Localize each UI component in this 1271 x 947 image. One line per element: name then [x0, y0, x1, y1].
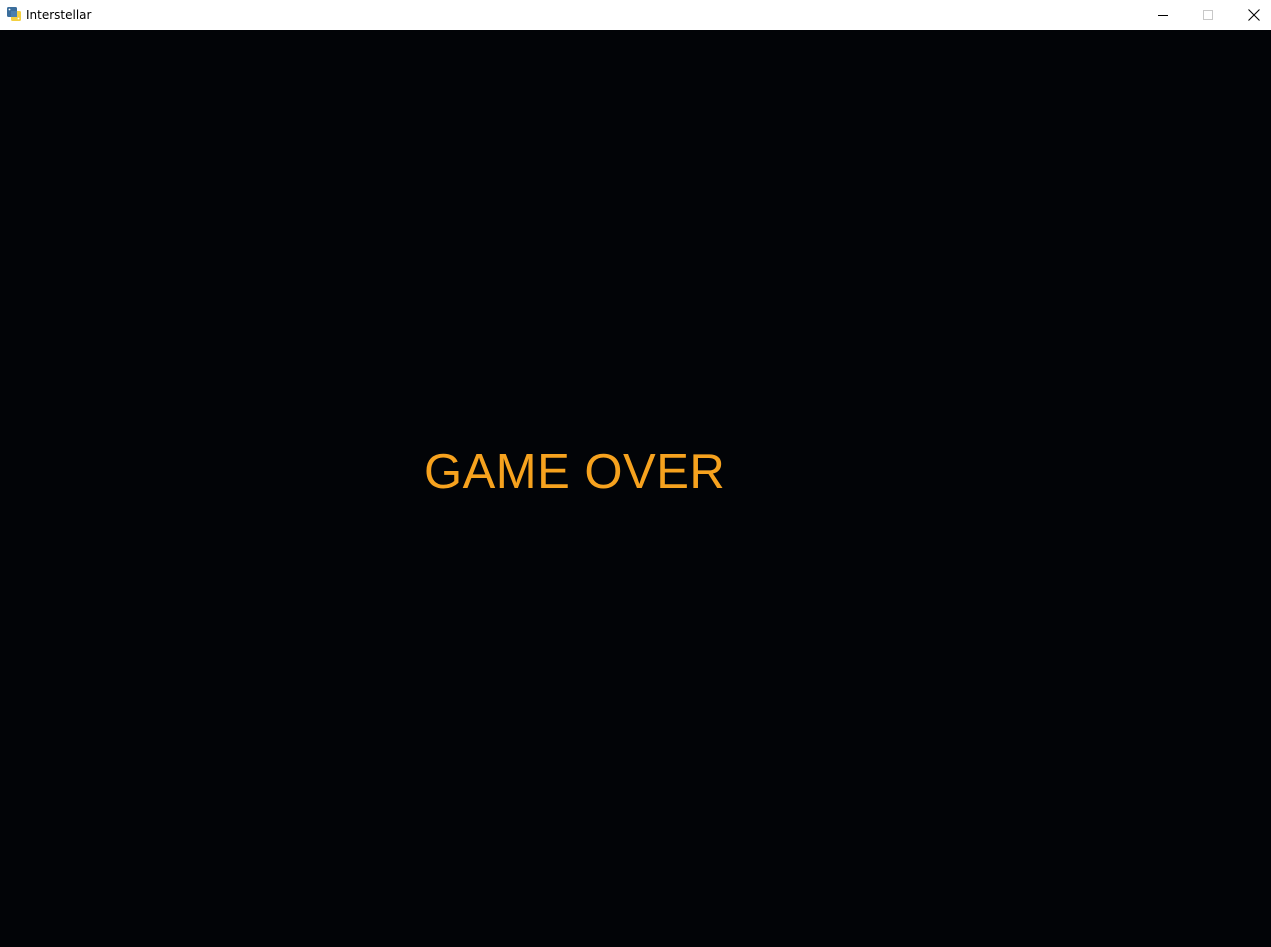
close-button[interactable]: [1231, 0, 1271, 30]
game-over-text: GAME OVER: [424, 445, 726, 499]
minimize-button[interactable]: [1140, 0, 1186, 30]
game-canvas[interactable]: GAME OVER: [0, 30, 1271, 947]
minimize-icon: [1158, 10, 1168, 20]
maximize-button[interactable]: [1185, 0, 1231, 30]
window-title: Interstellar: [26, 8, 92, 22]
maximize-icon: [1203, 10, 1213, 20]
title-bar[interactable]: Interstellar: [0, 0, 1271, 30]
close-icon: [1248, 9, 1260, 21]
python-icon: [6, 6, 22, 22]
app-window: Interstellar GAME OVER: [0, 0, 1271, 947]
